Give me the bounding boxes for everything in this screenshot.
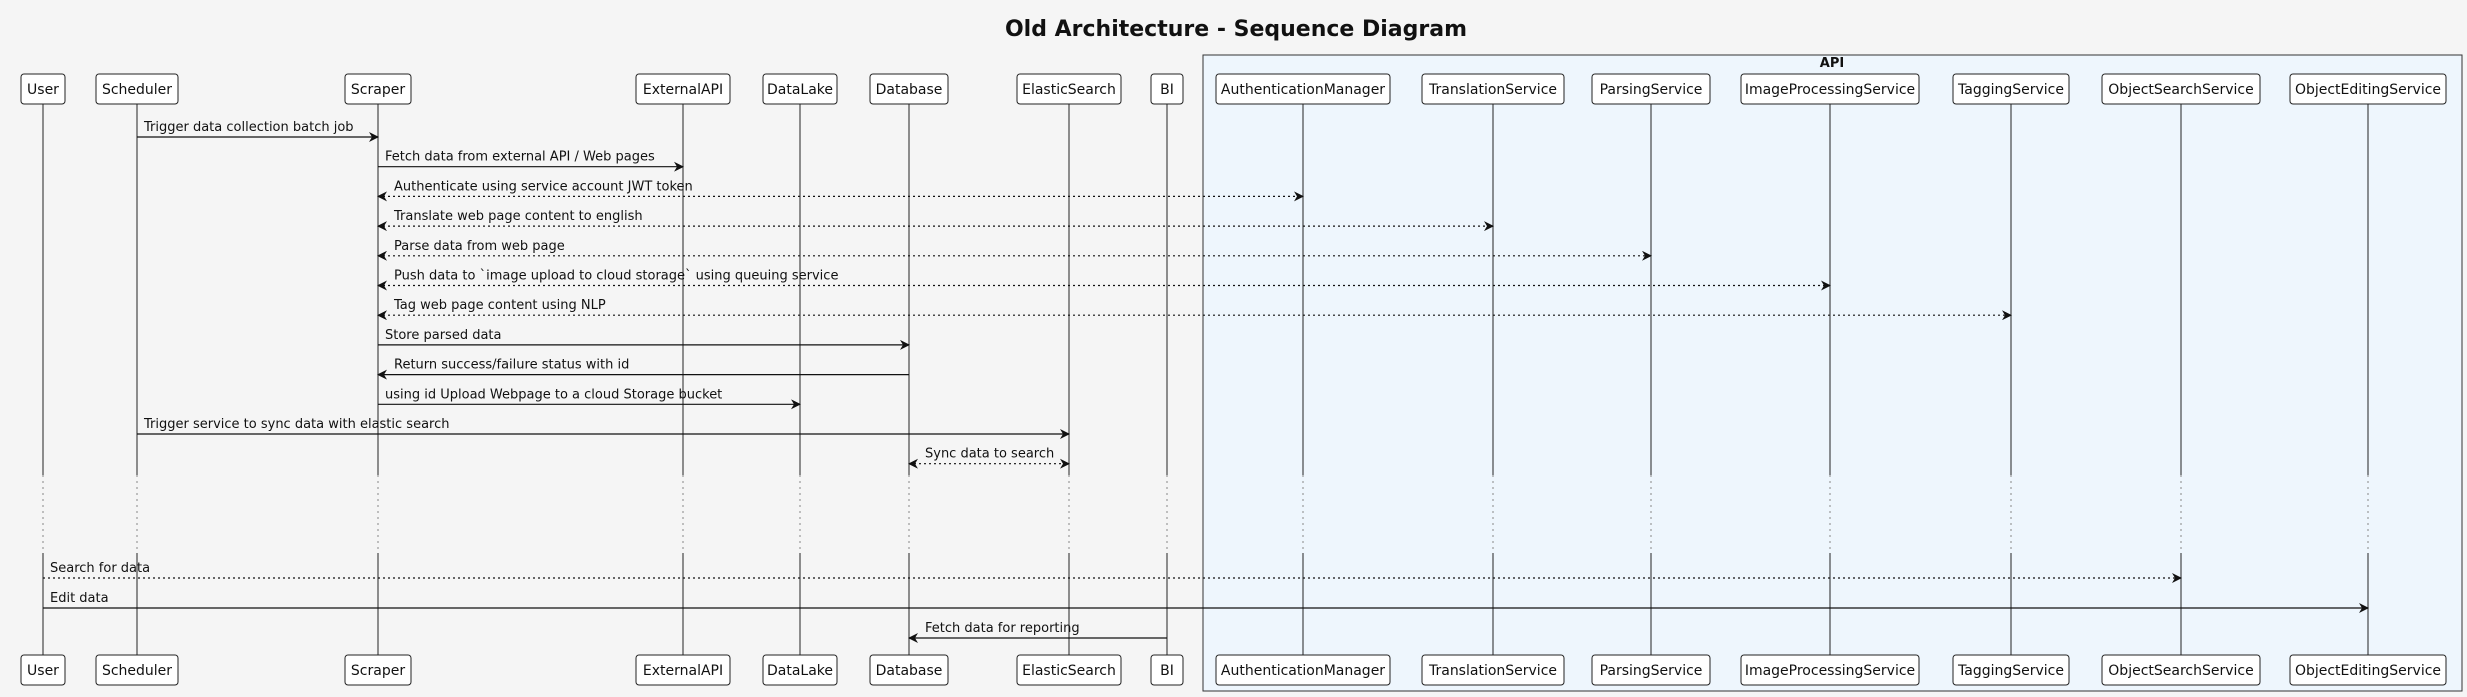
participant-label: DataLake — [767, 82, 833, 98]
participant-bottom-scheduler: Scheduler — [95, 654, 179, 686]
participant-bottom-scraper: Scraper — [344, 654, 412, 686]
participant-bottom-parsing-service: ParsingService — [1591, 654, 1711, 686]
diagram-title: Old Architecture - Sequence Diagram — [1005, 17, 1467, 42]
participant-top-object-editing-service: ObjectEditingService — [2289, 73, 2447, 105]
participant-label: DataLake — [767, 663, 833, 679]
participant-top-scraper: Scraper — [344, 73, 412, 105]
participant-label: TranslationService — [1428, 82, 1557, 98]
participant-label: BI — [1160, 82, 1174, 98]
participant-top-user: User — [20, 73, 66, 105]
participant-bottom-object-editing-service: ObjectEditingService — [2289, 654, 2447, 686]
message-label: Parse data from web page — [394, 239, 565, 254]
participant-label: AuthenticationManager — [1221, 663, 1385, 679]
message-8: Return success/failure status with id — [377, 358, 909, 380]
participant-label: BI — [1160, 663, 1174, 679]
message-label: using id Upload Webpage to a cloud Stora… — [385, 387, 722, 402]
participant-label: ImageProcessingService — [1745, 82, 1915, 98]
message-label: Tag web page content using NLP — [393, 298, 606, 313]
participant-label: Database — [876, 82, 943, 98]
participant-top-parsing-service: ParsingService — [1591, 73, 1711, 105]
participant-top-external-api: ExternalAPI — [635, 73, 731, 105]
message-label: Search for data — [50, 561, 150, 576]
message-0: Trigger data collection batch job — [137, 120, 379, 142]
participant-top-image-processing-service: ImageProcessingService — [1740, 73, 1920, 105]
participant-label: TaggingService — [1957, 663, 2064, 679]
message-label: Edit data — [50, 591, 109, 606]
message-label: Push data to `image upload to cloud stor… — [394, 269, 838, 284]
participant-top-translation-service: TranslationService — [1421, 73, 1565, 105]
participant-bottom-external-api: ExternalAPI — [635, 654, 731, 686]
message-label: Fetch data for reporting — [925, 621, 1080, 636]
participant-label: ObjectEditingService — [2295, 663, 2441, 679]
message-label: Return success/failure status with id — [394, 358, 629, 373]
message-label: Translate web page content to english — [393, 209, 643, 224]
participant-label: ExternalAPI — [643, 82, 723, 98]
message-label: Fetch data from external API / Web pages — [385, 150, 655, 165]
message-label: Trigger data collection batch job — [143, 120, 354, 135]
message-10: Trigger service to sync data with elasti… — [137, 417, 1070, 439]
participant-top-bi: BI — [1150, 73, 1184, 105]
participant-top-elastic-search: ElasticSearch — [1016, 73, 1122, 105]
participant-label: ElasticSearch — [1022, 82, 1116, 98]
participant-top-database: Database — [869, 73, 949, 105]
participant-bottom-translation-service: TranslationService — [1421, 654, 1565, 686]
api-group-label: API — [1820, 56, 1844, 71]
participant-bottom-data-lake: DataLake — [762, 654, 838, 686]
sequence-diagram: API Old Architecture - Sequence Diagram … — [20, 17, 2463, 692]
participant-label: ParsingService — [1600, 82, 1703, 98]
participant-top-object-search-service: ObjectSearchService — [2101, 73, 2261, 105]
participant-bottom-authentication-manager: AuthenticationManager — [1215, 654, 1391, 686]
participant-label: ElasticSearch — [1022, 663, 1116, 679]
participant-label: Scraper — [351, 663, 405, 679]
message-14: Fetch data for reporting — [908, 621, 1167, 643]
participant-bottom-tagging-service: TaggingService — [1952, 654, 2070, 686]
participant-label: AuthenticationManager — [1221, 82, 1385, 98]
participant-top-authentication-manager: AuthenticationManager — [1215, 73, 1391, 105]
message-label: Sync data to search — [925, 447, 1054, 462]
participant-label: Database — [876, 663, 943, 679]
participant-bottom-user: User — [20, 654, 66, 686]
message-2: Authenticate using service account JWT t… — [377, 179, 1304, 202]
participant-label: ObjectSearchService — [2108, 663, 2253, 679]
participant-bottom-object-search-service: ObjectSearchService — [2101, 654, 2261, 686]
participant-label: TaggingService — [1957, 82, 2064, 98]
participant-top-tagging-service: TaggingService — [1952, 73, 2070, 105]
participant-top-scheduler: Scheduler — [95, 73, 179, 105]
participant-label: User — [27, 663, 59, 679]
participant-label: User — [27, 82, 59, 98]
participant-bottom-elastic-search: ElasticSearch — [1016, 654, 1122, 686]
message-label: Trigger service to sync data with elasti… — [143, 417, 449, 432]
participant-bottom-database: Database — [869, 654, 949, 686]
message-9: using id Upload Webpage to a cloud Stora… — [378, 387, 801, 410]
participant-label: ObjectEditingService — [2295, 82, 2441, 98]
participant-top-data-lake: DataLake — [762, 73, 838, 105]
participant-label: Scheduler — [102, 663, 172, 679]
message-label: Store parsed data — [385, 328, 502, 343]
participant-label: ParsingService — [1600, 663, 1703, 679]
participant-label: TranslationService — [1428, 663, 1557, 679]
participant-label: ExternalAPI — [643, 663, 723, 679]
message-1: Fetch data from external API / Web pages — [378, 150, 684, 172]
message-label: Authenticate using service account JWT t… — [394, 179, 693, 194]
participant-label: Scheduler — [102, 82, 172, 98]
participant-label: ObjectSearchService — [2108, 82, 2253, 98]
participant-label: Scraper — [351, 82, 405, 98]
participant-bottom-image-processing-service: ImageProcessingService — [1740, 654, 1920, 686]
message-11: Sync data to search — [908, 447, 1070, 469]
participant-label: ImageProcessingService — [1745, 663, 1915, 679]
api-group-box — [1202, 54, 2463, 692]
participant-bottom-bi: BI — [1150, 654, 1184, 686]
message-7: Store parsed data — [378, 328, 910, 350]
